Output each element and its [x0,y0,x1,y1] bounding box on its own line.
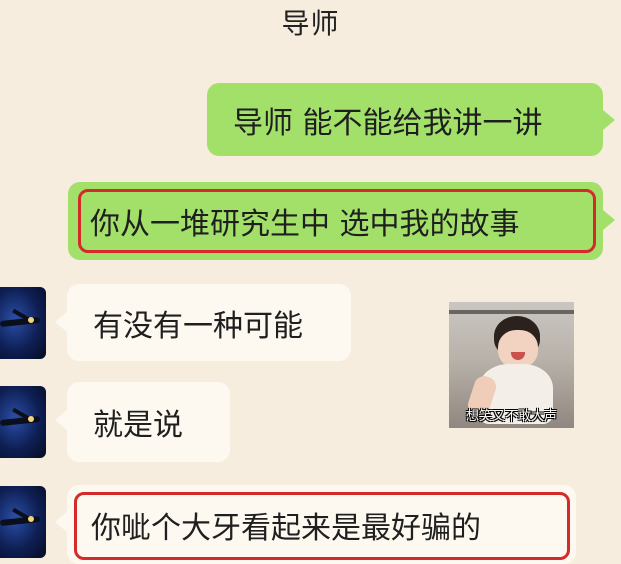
received-message[interactable]: 你呲个大牙看起来是最好骗的 [67,485,576,564]
received-message[interactable]: 就是说 [67,382,230,462]
message-text: 有没有一种可能 [93,308,303,344]
avatar[interactable] [0,486,46,558]
avatar[interactable] [0,287,46,359]
avatar-light [28,516,34,522]
avatar[interactable] [0,386,46,458]
sticker-caption: 想笑又不敢大声 [465,409,557,424]
chat-title: 导师 [281,7,340,40]
chat-screen: 导师 导师 能不能给我讲一讲 你从一堆研究生中 选中我的故事 有没有一种可能 想… [0,0,621,564]
sent-message[interactable]: 你从一堆研究生中 选中我的故事 [68,182,603,260]
bubble-tail [55,312,67,332]
received-message[interactable]: 有没有一种可能 [67,284,351,361]
message-text: 就是说 [93,408,183,443]
sticker-face [498,330,538,368]
bubble-tail [55,512,67,532]
avatar-plane [0,316,41,328]
sticker-background-rail [449,310,574,314]
message-text: 导师 能不能给我讲一讲 [233,105,543,141]
sticker-image[interactable]: 想笑又不敢大声 [449,302,574,428]
bubble-tail [603,210,615,230]
avatar-plane [0,415,41,427]
sent-message[interactable]: 导师 能不能给我讲一讲 [207,83,603,156]
message-text: 你从一堆研究生中 选中我的故事 [90,207,520,242]
avatar-plane [0,515,41,527]
avatar-light [28,317,34,323]
bubble-tail [55,410,67,430]
bubble-tail [603,110,615,130]
message-text: 你呲个大牙看起来是最好骗的 [91,510,481,546]
avatar-light [28,416,34,422]
